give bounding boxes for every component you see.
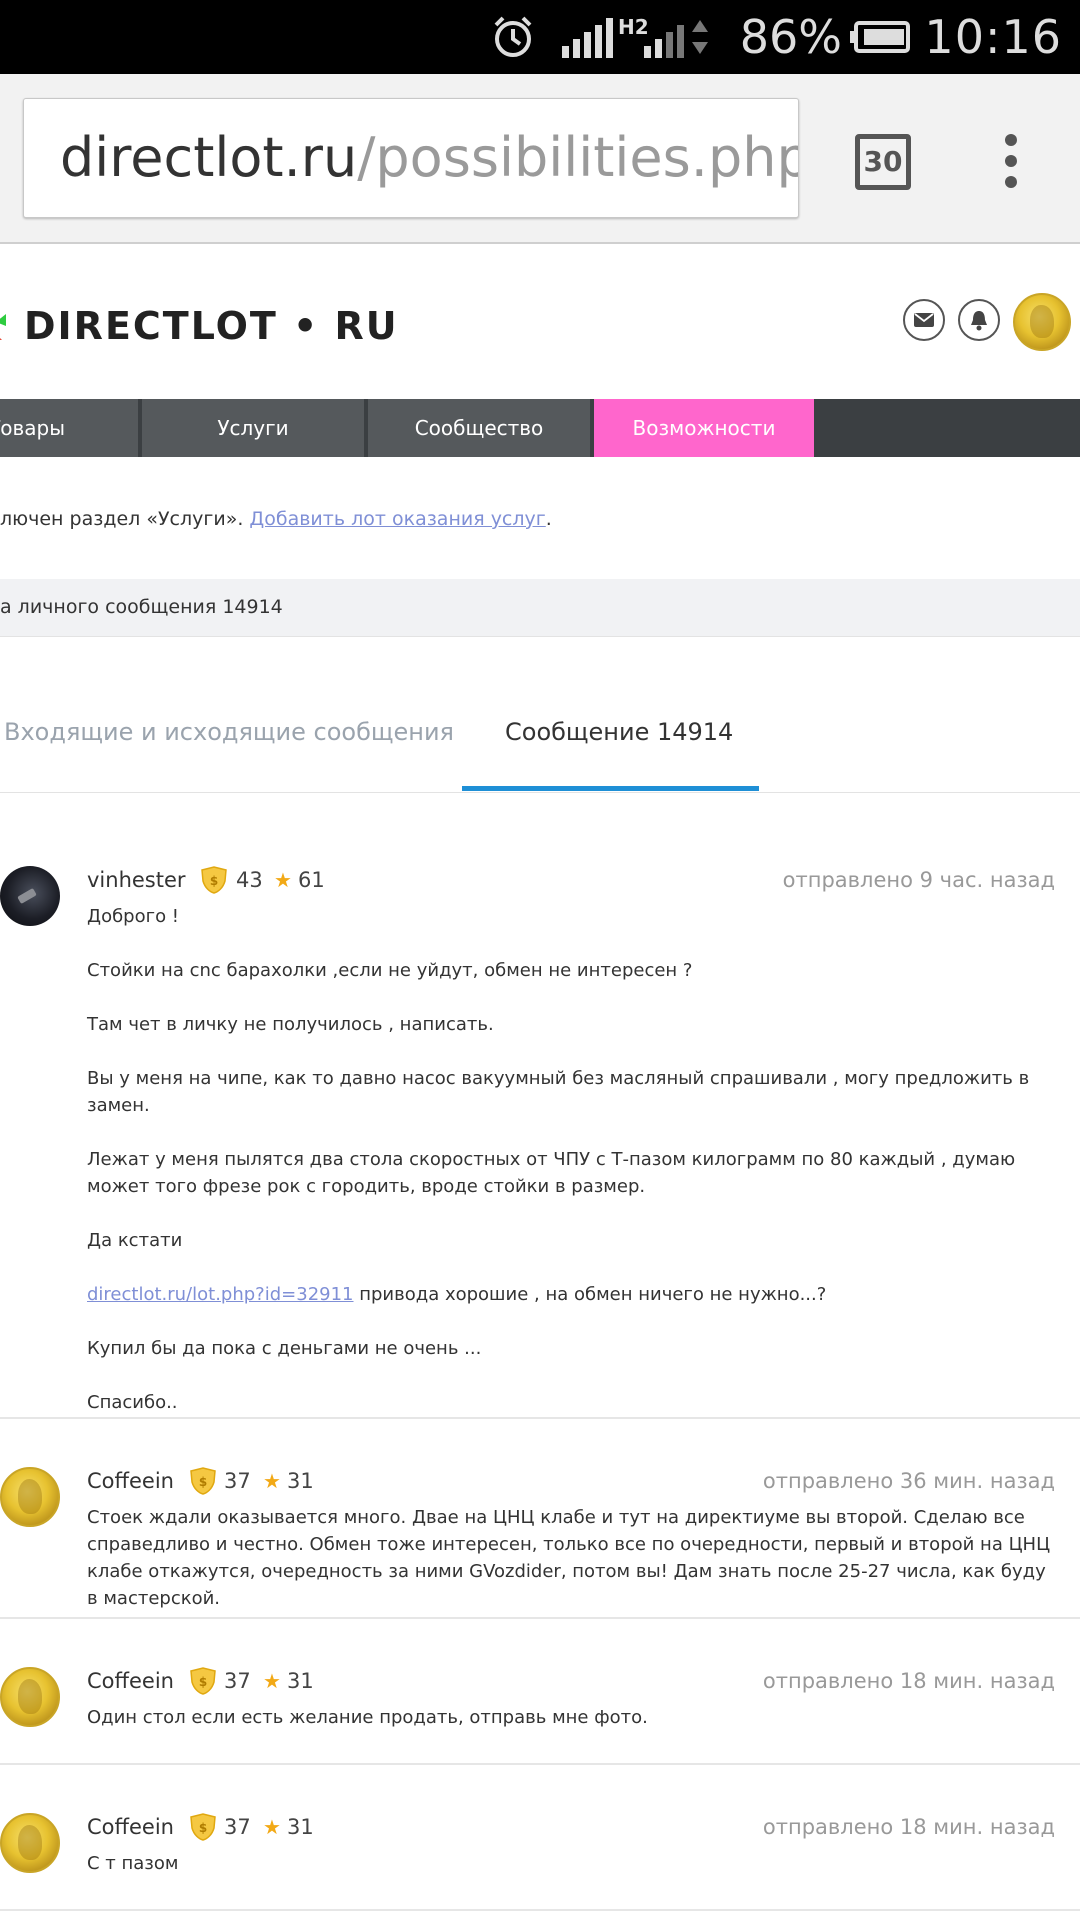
nav-item-services[interactable]: Услуги <box>142 399 364 457</box>
message-paragraph: Спасибо.. <box>87 1392 178 1413</box>
star-count: 61 <box>298 868 325 892</box>
message-time: отправлено 18 мин. назад <box>762 1815 1055 1839</box>
star-count: 31 <box>287 1669 314 1693</box>
bell-icon[interactable] <box>958 299 1000 341</box>
message-item: Coffeein $ 37 ★ 31 отправлено 18 мин. на… <box>0 1763 1080 1911</box>
message-paragraph: Купил бы да пока с деньгами не очень ... <box>87 1338 482 1359</box>
url-host: directlot.ru <box>60 126 358 189</box>
message-body: Один стол если есть желание продать, отп… <box>87 1704 1057 1731</box>
active-tab-indicator <box>462 786 759 791</box>
message-paragraph: Один стол если есть желание продать, отп… <box>87 1707 648 1728</box>
network-type: H2 <box>618 15 649 39</box>
message-paragraph: Стойки на cnc барахолки ,если не уйдут, … <box>87 960 693 981</box>
clock: 10:16 <box>924 10 1062 64</box>
star-icon: ★ <box>263 1669 281 1693</box>
message-body: Доброго ! Стойки на cnc барахолки ,если … <box>87 903 1057 1416</box>
url-path: /possibilities.php? <box>357 126 799 189</box>
breadcrumb: а личного сообщения 14914 <box>0 579 1080 637</box>
message-paragraph: Да кстати <box>87 1230 183 1251</box>
tab-message[interactable]: Сообщение 14914 <box>505 718 733 746</box>
shield-badge-icon: $ <box>190 1667 216 1695</box>
add-service-lot-link[interactable]: Добавить лот оказания услуг <box>249 508 545 530</box>
message-paragraph: С т пазом <box>87 1853 179 1874</box>
notice-banner: лючен раздел «Услуги». Добавить лот оказ… <box>0 508 552 530</box>
badge-count: 37 <box>224 1815 251 1839</box>
avatar[interactable] <box>0 1467 60 1527</box>
mail-icon[interactable] <box>903 299 945 341</box>
nav-label: Товары <box>0 416 65 440</box>
browser-toolbar: directlot.ru/possibilities.php? 30 <box>0 74 1080 244</box>
svg-text:$: $ <box>199 1675 207 1689</box>
svg-text:$: $ <box>199 1821 207 1835</box>
message-author[interactable]: vinhester <box>87 868 186 892</box>
logo-mark-icon <box>0 314 6 340</box>
message-time: отправлено 9 час. назад <box>782 868 1055 892</box>
message-paragraph: directlot.ru/lot.php?id=32911 привода хо… <box>87 1281 1057 1308</box>
address-bar[interactable]: directlot.ru/possibilities.php? <box>23 98 799 218</box>
signal-icon: H2 <box>560 0 720 74</box>
badge-count: 43 <box>236 868 263 892</box>
battery-percent: 86% <box>739 10 842 64</box>
star-count: 31 <box>287 1469 314 1493</box>
badge-count: 37 <box>224 1669 251 1693</box>
link-trailing-text: привода хорошие , на обмен ничего не нуж… <box>353 1284 827 1305</box>
shield-badge-icon: $ <box>190 1467 216 1495</box>
notice-end: . <box>545 508 552 530</box>
avatar[interactable] <box>0 1667 60 1727</box>
message-time: отправлено 18 мин. назад <box>762 1669 1055 1693</box>
battery-icon <box>850 0 912 74</box>
avatar[interactable] <box>0 1813 60 1873</box>
star-icon: ★ <box>274 868 292 892</box>
message-paragraph: Лежат у меня пылятся два стола скоростны… <box>87 1149 1016 1197</box>
message-tabs: Входящие и исходящие сообщения Сообщение… <box>0 690 1080 793</box>
message-item: Coffeein $ 37 ★ 31 отправлено 36 мин. на… <box>0 1417 1080 1619</box>
message-time: отправлено 36 мин. назад <box>762 1469 1055 1493</box>
badge-count: 37 <box>224 1469 251 1493</box>
star-icon: ★ <box>263 1815 281 1839</box>
message-item: vinhester $ 43 ★ 61 отправлено 9 час. на… <box>0 848 1080 1419</box>
lot-link[interactable]: directlot.ru/lot.php?id=32911 <box>87 1284 354 1305</box>
status-bar: H2 86% 10:16 <box>0 0 1080 74</box>
nav-item-goods[interactable]: Товары <box>0 399 138 457</box>
overflow-menu-icon[interactable] <box>998 134 1024 194</box>
site-header: DIRECTLOT • RU <box>0 244 1080 399</box>
svg-text:$: $ <box>199 1475 207 1489</box>
message-author[interactable]: Coffeein <box>87 1815 174 1839</box>
alarm-clock-icon <box>490 0 536 74</box>
star-count: 31 <box>287 1815 314 1839</box>
avatar[interactable] <box>0 866 60 926</box>
message-paragraph: Там чет в личку не получилось , написать… <box>87 1014 494 1035</box>
message-paragraph: Доброго ! <box>87 906 180 927</box>
message-paragraph: Вы у меня на чипе, как то давно насос ва… <box>87 1068 1030 1116</box>
nav-item-possibilities[interactable]: Возможности <box>594 399 814 457</box>
user-avatar[interactable] <box>1013 293 1071 351</box>
message-paragraph: Стоек ждали оказывается много. Двае на Ц… <box>87 1507 1051 1609</box>
message-body: Стоек ждали оказывается много. Двае на Ц… <box>87 1504 1057 1612</box>
tab-inbox-outbox[interactable]: Входящие и исходящие сообщения <box>4 718 454 746</box>
shield-badge-icon: $ <box>201 866 227 894</box>
star-icon: ★ <box>263 1469 281 1493</box>
tab-switcher-icon[interactable]: 30 <box>855 134 911 190</box>
message-body: С т пазом <box>87 1850 1057 1877</box>
shield-badge-icon: $ <box>190 1813 216 1841</box>
nav-item-community[interactable]: Сообщество <box>368 399 590 457</box>
notice-text: лючен раздел «Услуги». <box>0 508 250 530</box>
svg-text:$: $ <box>210 874 218 888</box>
main-nav: Товары Услуги Сообщество Возможности <box>0 399 1080 457</box>
breadcrumb-text: а личного сообщения 14914 <box>0 596 283 618</box>
site-logo[interactable]: DIRECTLOT • RU <box>24 304 399 348</box>
message-author[interactable]: Coffeein <box>87 1469 174 1493</box>
message-author[interactable]: Coffeein <box>87 1669 174 1693</box>
message-item: Coffeein $ 37 ★ 31 отправлено 18 мин. на… <box>0 1617 1080 1765</box>
